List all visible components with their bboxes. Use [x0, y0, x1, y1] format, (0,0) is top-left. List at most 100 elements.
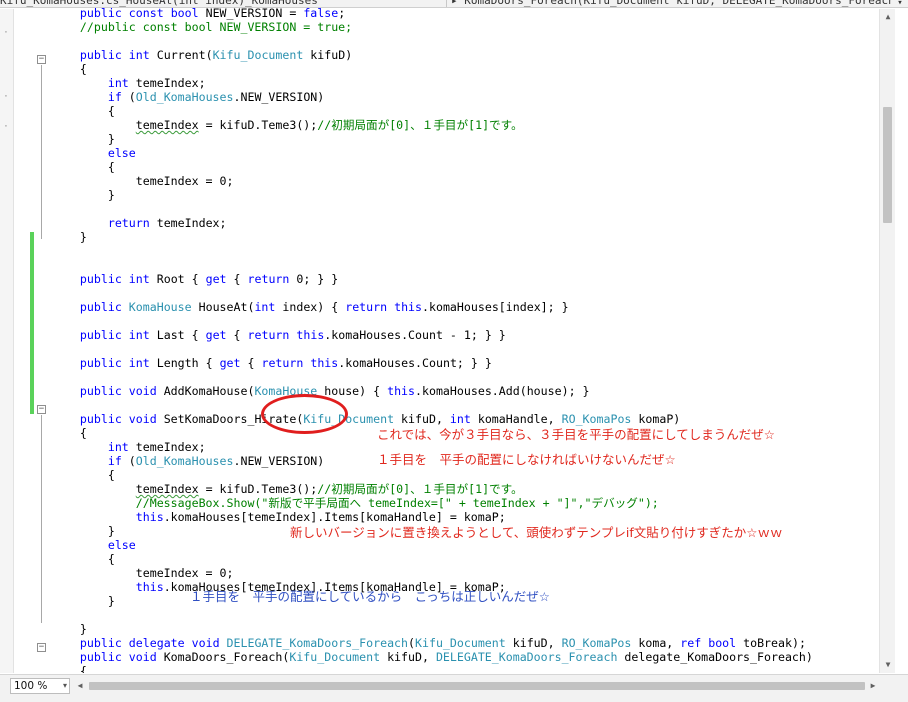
- code-line[interactable]: public int Last { get { return this.koma…: [52, 328, 506, 342]
- code-line[interactable]: public int Length { get { return this.ko…: [52, 356, 492, 370]
- vertical-scroll-thumb[interactable]: [883, 107, 892, 223]
- code-line[interactable]: public int Current(Kifu_Document kifuD): [52, 48, 352, 62]
- code-token: RO_KomaPos: [561, 636, 632, 650]
- zoom-select[interactable]: 100 % ▾: [10, 678, 70, 694]
- code-token: if: [107, 454, 122, 468]
- code-line[interactable]: }: [52, 524, 115, 538]
- code-token: this: [394, 300, 423, 314]
- collapse-icon[interactable]: −: [37, 643, 46, 652]
- red-circle-highlight: [261, 394, 348, 434]
- code-line[interactable]: public KomaHouse HouseAt(int index) { re…: [52, 300, 569, 314]
- code-line[interactable]: temeIndex = 0;: [52, 566, 234, 580]
- code-line[interactable]: else: [52, 538, 136, 552]
- code-token: (: [121, 454, 136, 468]
- code-token: {: [52, 104, 115, 118]
- code-line[interactable]: public void KomaDoors_Foreach(Kifu_Docum…: [52, 650, 813, 664]
- code-line[interactable]: if (Old_KomaHouses.NEW_VERSION): [52, 454, 324, 468]
- collapse-icon[interactable]: −: [37, 405, 46, 414]
- scroll-left-icon[interactable]: ◀: [74, 678, 86, 694]
- code-token: Last {: [149, 328, 206, 342]
- code-line[interactable]: {: [52, 468, 115, 482]
- vertical-scrollbar[interactable]: ▲ ▼: [879, 9, 895, 673]
- chevron-down-icon[interactable]: ▾: [63, 679, 67, 693]
- code-token: {: [52, 62, 87, 76]
- code-token: Old_KomaHouses: [135, 454, 234, 468]
- code-line[interactable]: {: [52, 552, 115, 566]
- code-token: temeIndex = 0;: [52, 566, 234, 580]
- code-token: 0; } }: [289, 272, 339, 286]
- code-line[interactable]: }: [52, 622, 87, 636]
- code-token: {: [226, 272, 248, 286]
- code-token: int: [128, 272, 150, 286]
- code-token: void: [128, 412, 157, 426]
- code-line[interactable]: //public const bool NEW_VERSION = true;: [52, 20, 352, 34]
- code-line[interactable]: int temeIndex;: [52, 76, 206, 90]
- code-line[interactable]: temeIndex = kifuD.Teme3();//初期局面が[0]、１手目…: [52, 118, 523, 132]
- code-token: void: [128, 650, 157, 664]
- code-line[interactable]: int temeIndex;: [52, 440, 206, 454]
- code-token: this: [310, 356, 339, 370]
- code-token: koma,: [631, 636, 681, 650]
- annotation-red-1: これでは、今が３手目なら、３手目を平手の配置にしてしまうんだぜ☆: [377, 427, 775, 442]
- code-line[interactable]: {: [52, 160, 115, 174]
- code-token: }: [52, 524, 115, 538]
- code-token: get: [205, 272, 227, 286]
- chevron-down-icon[interactable]: ▾: [892, 0, 908, 7]
- code-line[interactable]: {: [52, 104, 115, 118]
- code-line[interactable]: public delegate void DELEGATE_KomaDoors_…: [52, 636, 806, 650]
- horizontal-scrollbar[interactable]: ◀ ▶: [74, 678, 879, 694]
- code-editor[interactable]: public const bool NEW_VERSION = false; /…: [52, 6, 892, 673]
- scroll-down-icon[interactable]: ▼: [883, 659, 893, 671]
- code-line[interactable]: public const bool NEW_VERSION = false;: [52, 6, 345, 20]
- code-token: void: [128, 384, 157, 398]
- code-token: return: [107, 216, 150, 230]
- scroll-up-icon[interactable]: ▲: [883, 11, 893, 23]
- code-line[interactable]: {: [52, 426, 87, 440]
- code-token: Old_KomaHouses: [135, 90, 234, 104]
- code-token: //初期局面が[0]、１手目が[1]です。: [317, 482, 523, 496]
- code-token: public: [79, 6, 122, 20]
- code-token: kifuD,: [380, 650, 436, 664]
- code-line[interactable]: {: [52, 664, 87, 673]
- scroll-right-icon[interactable]: ▶: [867, 678, 879, 694]
- code-token: //初期局面が[0]、１手目が[1]です。: [317, 118, 523, 132]
- code-token: public: [79, 412, 122, 426]
- code-line[interactable]: temeIndex = kifuD.Teme3();//初期局面が[0]、１手目…: [52, 482, 523, 496]
- code-line[interactable]: if (Old_KomaHouses.NEW_VERSION): [52, 90, 324, 104]
- code-token: false: [303, 6, 339, 20]
- code-line[interactable]: }: [52, 594, 115, 608]
- code-line[interactable]: //MessageBox.Show("新版で平手局面へ temeIndex=["…: [52, 496, 659, 510]
- collapse-icon[interactable]: −: [37, 55, 46, 64]
- code-line[interactable]: temeIndex = 0;: [52, 174, 234, 188]
- code-line[interactable]: }: [52, 188, 115, 202]
- code-line[interactable]: public int Root { get { return 0; } }: [52, 272, 338, 286]
- code-token: int: [107, 440, 129, 454]
- code-line[interactable]: }: [52, 132, 115, 146]
- code-line[interactable]: {: [52, 62, 87, 76]
- code-line[interactable]: }: [52, 230, 87, 244]
- code-token: .komaHouses[index]; }: [422, 300, 569, 314]
- code-line[interactable]: return temeIndex;: [52, 216, 227, 230]
- code-token: NEW_VERSION =: [198, 6, 304, 20]
- code-line[interactable]: else: [52, 146, 136, 160]
- horizontal-scroll-thumb[interactable]: [89, 682, 865, 690]
- code-token: }: [52, 230, 87, 244]
- code-token: .komaHouses.Count; } }: [338, 356, 492, 370]
- code-token: temeIndex;: [128, 76, 206, 90]
- editor-margin: · · ·: [0, 9, 14, 673]
